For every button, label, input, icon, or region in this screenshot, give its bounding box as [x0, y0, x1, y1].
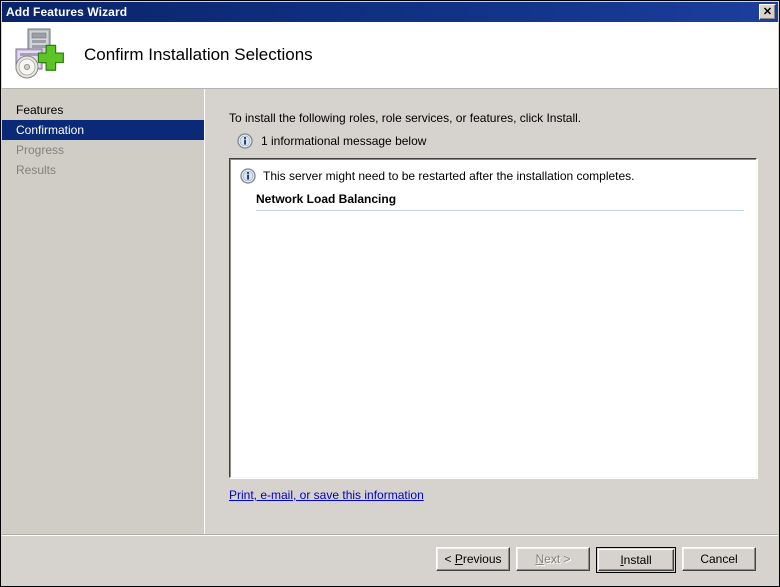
- next-button-label: Next >: [535, 552, 571, 566]
- intro-text: To install the following roles, role ser…: [229, 111, 582, 125]
- cancel-button-label: Cancel: [700, 552, 738, 566]
- titlebar: Add Features Wizard ✕: [2, 2, 778, 22]
- cancel-button[interactable]: Cancel: [682, 547, 756, 571]
- wizard-steps-sidebar: Features Confirmation Progress Results: [2, 89, 204, 585]
- message-summary-text: 1 informational message below: [261, 134, 427, 148]
- print-email-save-link[interactable]: Print, e-mail, or save this information: [229, 488, 424, 502]
- sidebar-item-confirmation[interactable]: Confirmation: [2, 120, 204, 140]
- install-button-inner: Install: [598, 549, 674, 571]
- install-button-label: Install: [620, 553, 652, 567]
- panel-heading-divider: [256, 210, 744, 211]
- previous-button-label: < Previous: [444, 552, 502, 566]
- page-title: Confirm Installation Selections: [84, 45, 313, 64]
- panel-feature-heading: Network Load Balancing: [256, 192, 397, 206]
- wizard-header: Confirm Installation Selections: [2, 22, 778, 88]
- install-button[interactable]: Install: [596, 547, 676, 573]
- information-icon: [237, 133, 253, 149]
- previous-button[interactable]: < Previous: [436, 547, 510, 571]
- wizard-button-row: < Previous Next > Install Cancel: [436, 547, 756, 573]
- information-icon: [240, 168, 256, 184]
- close-button[interactable]: ✕: [759, 4, 776, 20]
- footer: < Previous Next > Install Cancel: [2, 536, 778, 586]
- close-icon: ✕: [762, 5, 773, 18]
- confirmation-panel[interactable]: This server might need to be restarted a…: [229, 158, 757, 478]
- add-features-server-icon: [10, 27, 72, 83]
- content-area: To install the following roles, role ser…: [205, 89, 778, 585]
- add-features-wizard-window: Add Features Wizard ✕ Confirm Installati…: [0, 0, 780, 587]
- next-button[interactable]: Next >: [516, 547, 590, 571]
- sidebar-item-features[interactable]: Features: [2, 100, 204, 120]
- panel-message-text: This server might need to be restarted a…: [263, 169, 635, 183]
- sidebar-item-results[interactable]: Results: [2, 160, 204, 180]
- panel-message-row: This server might need to be restarted a…: [230, 159, 756, 184]
- window-title: Add Features Wizard: [6, 5, 128, 19]
- message-summary: 1 informational message below: [237, 133, 426, 149]
- sidebar-item-progress[interactable]: Progress: [2, 140, 204, 160]
